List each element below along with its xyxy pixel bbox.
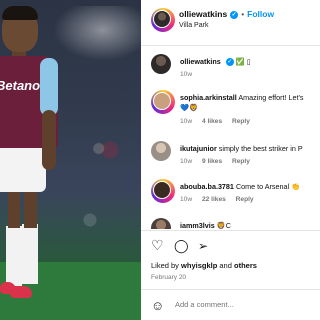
post-photo[interactable]: Betano <box>0 0 141 320</box>
instagram-post-view: Betano olliewatkins ✓ • Follow Villa Park o… <box>0 0 320 320</box>
post-date[interactable]: February 20 <box>151 274 186 281</box>
commenter-avatar[interactable] <box>151 141 171 161</box>
player-leg-left <box>8 190 20 228</box>
comment-age: 10w <box>180 158 193 165</box>
comment-text: olliewatkins ✓ ✅ ▯ <box>180 57 251 67</box>
comment-username[interactable]: sophia.arkinstall <box>180 93 237 102</box>
comment-username[interactable]: iamm3lvis <box>180 221 215 229</box>
player-sock-right <box>22 224 38 284</box>
player-leg-right <box>24 188 37 228</box>
post-header: olliewatkins ✓ • Follow Villa Park <box>141 0 320 46</box>
comment-meta: 10w <box>180 71 200 78</box>
share-icon[interactable]: ➢ <box>198 239 208 253</box>
comment-username[interactable]: ikutajunior <box>180 144 217 153</box>
reply-button[interactable]: Reply <box>232 118 250 125</box>
comment-meta: 10w 9 likes Reply <box>180 158 258 165</box>
comment-text: sophia.arkinstall Amazing effort! Let's … <box>180 93 304 113</box>
comment-body: simply the best striker in P <box>218 144 303 153</box>
comment-body: ✅ ▯ <box>235 57 251 66</box>
comment-username[interactable]: olliewatkins <box>180 57 221 66</box>
comment-age: 10w <box>180 71 193 78</box>
separator-dot: • <box>241 9 245 19</box>
commenter-avatar[interactable] <box>151 179 175 203</box>
shirt-sponsor: Betano <box>0 78 41 93</box>
comment-username[interactable]: abouba.ba.3781 <box>180 182 234 191</box>
comment-body: Come to Arsenal 👏 <box>235 182 301 191</box>
heart-icon[interactable]: ♡ <box>151 237 164 254</box>
comment-meta: 10w 4 likes Reply <box>180 118 258 125</box>
comments-list: olliewatkins ✓ ✅ ▯ 10w sophia.arkinstall… <box>141 46 320 229</box>
comment-likes[interactable]: 9 likes <box>202 158 222 165</box>
comment-age: 10w <box>180 118 193 125</box>
author-avatar[interactable] <box>151 8 175 32</box>
liked-by-and: and <box>217 261 234 270</box>
player-arm <box>42 110 56 170</box>
player-hair <box>2 6 38 20</box>
add-comment-bar: ☺ <box>141 289 320 320</box>
post-details-panel: olliewatkins ✓ • Follow Villa Park olliewat… <box>141 0 320 320</box>
comment-text: iamm3lvis 🦁C <box>180 221 231 229</box>
comment-likes[interactable]: 4 likes <box>202 118 222 125</box>
author-username-row: olliewatkins ✓ • Follow <box>179 9 274 19</box>
comment-icon[interactable]: ◯ <box>174 238 189 254</box>
verified-badge-icon: ✓ <box>230 10 239 19</box>
emoji-icon[interactable]: ☺ <box>151 298 164 313</box>
liked-by-others[interactable]: others <box>234 261 257 270</box>
add-comment-input[interactable] <box>175 300 315 309</box>
comment-age: 10w <box>180 196 193 203</box>
post-actions: ♡ ◯ ➢ Liked by whyisgklp and others Febr… <box>141 230 320 291</box>
player-sock-left <box>6 226 22 286</box>
player-shorts <box>0 146 46 192</box>
comment-text: ikutajunior simply the best striker in P <box>180 144 303 154</box>
player-sleeve <box>40 58 58 116</box>
liked-by-user[interactable]: whyisgklp <box>181 261 217 270</box>
player-boot-right <box>10 286 32 298</box>
verified-badge-icon: ✓ <box>225 58 234 67</box>
reply-button[interactable]: Reply <box>232 158 250 165</box>
commenter-avatar[interactable] <box>151 90 175 114</box>
follow-button[interactable]: Follow <box>247 9 274 19</box>
comment-body-line2: 💙🦁 <box>180 103 198 112</box>
comment-text: abouba.ba.3781 Come to Arsenal 👏 <box>180 182 300 192</box>
commenter-avatar[interactable] <box>151 54 171 74</box>
comment-likes[interactable]: 22 likes <box>202 196 226 203</box>
liked-by: Liked by whyisgklp and others <box>151 261 257 270</box>
post-location[interactable]: Villa Park <box>179 22 208 29</box>
author-username[interactable]: olliewatkins <box>179 9 227 19</box>
comment-body: 🦁C <box>216 221 231 229</box>
commenter-avatar[interactable] <box>151 218 171 229</box>
comment-meta: 10w 22 likes Reply <box>180 196 262 203</box>
liked-by-prefix: Liked by <box>151 261 182 270</box>
reply-button[interactable]: Reply <box>236 196 254 203</box>
comment-body: Amazing effort! Let's <box>238 93 304 102</box>
stadium-lights <box>45 6 141 66</box>
